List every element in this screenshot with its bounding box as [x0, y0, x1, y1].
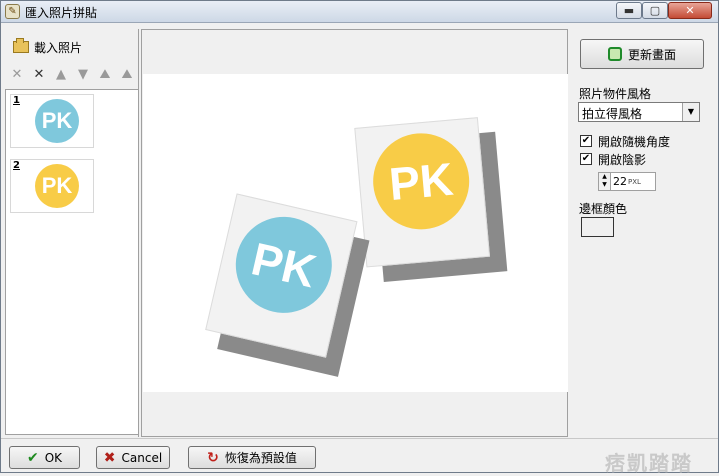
- shadow-size-value: 22: [613, 175, 627, 188]
- refresh-label: 更新畫面: [627, 47, 676, 62]
- reset-arrow-icon: ↻: [207, 449, 219, 466]
- load-photos-button[interactable]: 載入照片: [13, 37, 82, 57]
- refresh-icon: [607, 47, 622, 61]
- close-button[interactable]: ✕: [668, 2, 712, 19]
- collage-canvas[interactable]: PK PK: [143, 74, 568, 392]
- stepper-arrows-icon[interactable]: ▲ ▼: [599, 173, 611, 190]
- ok-label: OK: [44, 450, 63, 465]
- minimize-button[interactable]: ▬: [616, 2, 642, 19]
- folder-open-icon: [13, 38, 29, 53]
- shadow-size-unit: PXL: [628, 178, 641, 186]
- photo-polaroid[interactable]: PK: [201, 193, 370, 378]
- chevron-down-icon[interactable]: ▼: [682, 103, 699, 121]
- preview-panel: PK PK: [141, 29, 568, 437]
- shadow-checkbox[interactable]: ✔: [580, 153, 592, 165]
- move-up-icon[interactable]: ▲: [53, 67, 69, 82]
- reset-label: 恢復為預設值: [224, 451, 297, 465]
- pk-logo-image: PK: [369, 129, 474, 234]
- remove-all-photos-icon[interactable]: ✕: [31, 67, 47, 82]
- style-label: 照片物件風格: [579, 87, 652, 101]
- refresh-button[interactable]: 更新畫面: [580, 39, 704, 69]
- thumbnail-list: 1 PK 2 PK: [5, 89, 139, 435]
- thumbnail-index: 2: [13, 160, 20, 171]
- watermark-text: 痞凱踏踏: [605, 451, 693, 475]
- pk-logo-image: PK: [35, 99, 79, 143]
- photo-frame: PK: [354, 117, 491, 268]
- settings-panel: 更新畫面 照片物件風格 拍立得風格 ▼ ✔ 開啟隨機角度 ✔ 開啟陰影 ▲ ▼ 2…: [570, 29, 718, 437]
- load-photos-label: 載入照片: [34, 40, 83, 55]
- pk-logo-image: PK: [226, 207, 342, 323]
- cancel-button[interactable]: ✖ Cancel: [96, 446, 170, 469]
- style-select[interactable]: 拍立得風格 ▼: [578, 102, 700, 122]
- app-icon: ✎: [5, 4, 20, 19]
- rotate-right-icon[interactable]: ⛰: [119, 67, 135, 82]
- reset-defaults-button[interactable]: ↻ 恢復為預設值: [188, 446, 316, 469]
- thumbnail-item[interactable]: 1 PK: [10, 94, 94, 148]
- move-down-icon[interactable]: ▼: [75, 67, 91, 82]
- cancel-x-icon: ✖: [103, 449, 116, 466]
- thumbnail-item[interactable]: 2 PK: [10, 159, 94, 213]
- pk-logo-image: PK: [35, 164, 79, 208]
- border-color-swatch[interactable]: [581, 217, 614, 237]
- collage-dialog: ✎ 匯入照片拼貼 ▬ ▢ ✕ 載入照片 ✕ ✕ ▲ ▼ ⛰ ⛰ 1 PK 2 P…: [0, 0, 719, 475]
- thumbnail-index: 1: [13, 95, 20, 106]
- photo-toolbar: ✕ ✕ ▲ ▼ ⛰ ⛰: [9, 65, 135, 83]
- remove-photo-icon[interactable]: ✕: [9, 67, 25, 82]
- random-angle-checkbox[interactable]: ✔: [580, 135, 592, 147]
- border-color-label: 邊框顏色: [579, 202, 628, 216]
- shadow-label: 開啟陰影: [598, 153, 647, 167]
- photo-polaroid[interactable]: PK: [354, 117, 508, 288]
- maximize-button[interactable]: ▢: [642, 2, 668, 19]
- style-select-value: 拍立得風格: [582, 107, 643, 121]
- window-title: 匯入照片拼貼: [25, 6, 98, 20]
- random-angle-label: 開啟隨機角度: [598, 135, 671, 149]
- bottom-bar: ✔ OK ✖ Cancel ↻ 恢復為預設值 痞凱踏踏: [1, 438, 718, 475]
- shadow-size-stepper[interactable]: ▲ ▼ 22 PXL: [598, 172, 656, 191]
- rotate-left-icon[interactable]: ⛰: [97, 67, 113, 82]
- cancel-label: Cancel: [121, 450, 163, 465]
- photo-list-panel: 載入照片 ✕ ✕ ▲ ▼ ⛰ ⛰ 1 PK 2 PK: [3, 29, 139, 437]
- title-bar: ✎ 匯入照片拼貼 ▬ ▢ ✕: [1, 1, 718, 23]
- ok-button[interactable]: ✔ OK: [9, 446, 80, 469]
- checkmark-icon: ✔: [26, 449, 39, 466]
